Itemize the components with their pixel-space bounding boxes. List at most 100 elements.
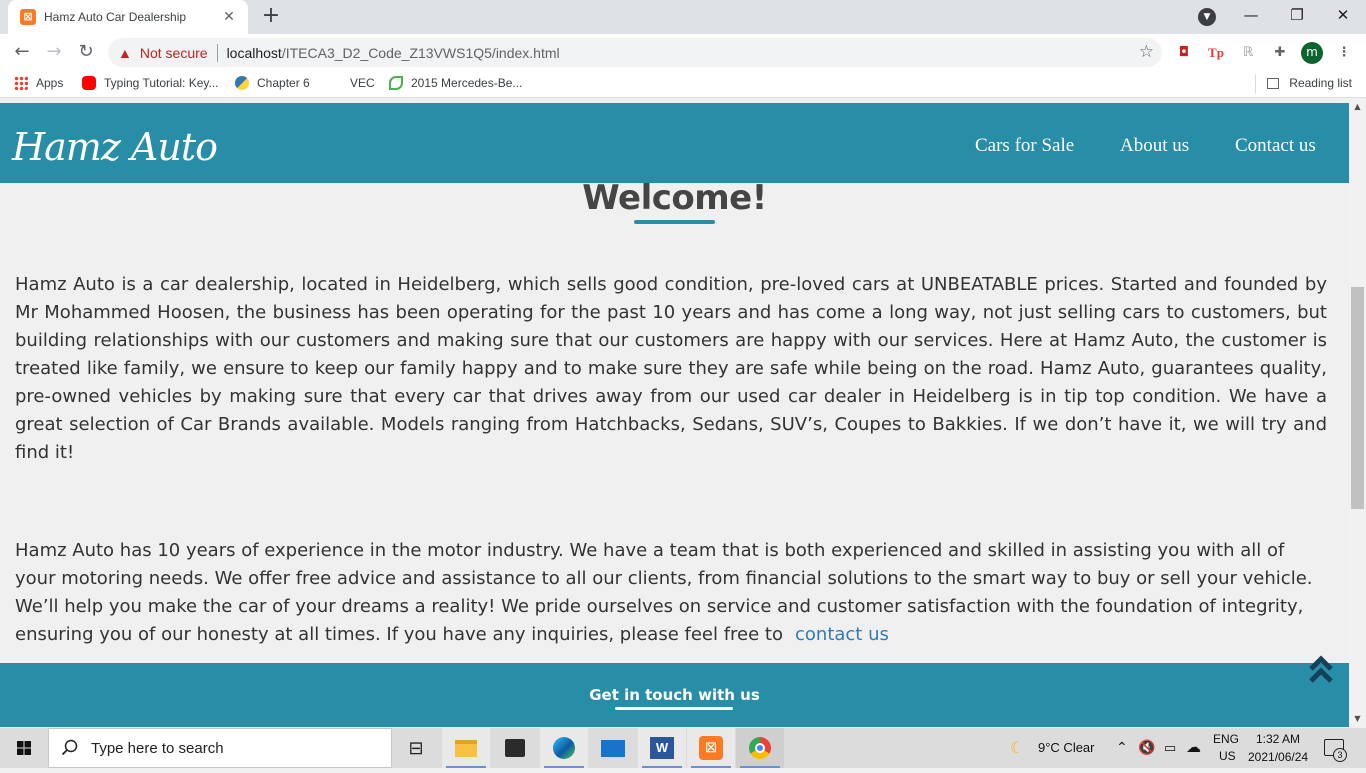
bookmarks-divider xyxy=(1255,74,1256,94)
notification-count: 3 xyxy=(1333,748,1347,762)
start-button[interactable] xyxy=(0,728,48,768)
back-to-top-icon[interactable] xyxy=(1307,653,1335,685)
page-viewport: Hamz Auto Cars for Sale About us Contact… xyxy=(0,98,1349,727)
contact-us-link[interactable]: contact us xyxy=(795,624,889,645)
welcome-heading: Welcome! xyxy=(582,178,767,218)
url-host: localhost xyxy=(226,44,282,61)
weather-text[interactable]: 9°C Clear xyxy=(1038,740,1095,755)
tab-strip: ⊠ Hamz Auto Car Dealership ✕ + ▼ — ❐ ✕ xyxy=(0,0,1366,34)
word-icon: W xyxy=(650,737,674,759)
address-bar[interactable]: ▲ Not secure localhost/ITECA3_D2_Code_Z1… xyxy=(108,38,1162,67)
scrollbar-thumb[interactable] xyxy=(1351,287,1364,509)
bookmark-mercedes[interactable]: 2015 Mercedes-Be... xyxy=(389,76,522,90)
tab-title: Hamz Auto Car Dealership xyxy=(44,10,187,24)
menu-kebab-icon[interactable]: ⋮ xyxy=(1333,42,1355,64)
site-logo[interactable]: Hamz Auto xyxy=(12,125,218,169)
back-arrow-icon[interactable]: ← xyxy=(8,38,36,66)
reload-icon[interactable]: ↻ xyxy=(72,38,100,66)
footer-underline xyxy=(615,707,733,710)
xampp-favicon-icon: ⊠ xyxy=(20,9,36,25)
bookmark-apps[interactable]: Apps xyxy=(14,76,63,90)
new-tab-button[interactable]: + xyxy=(258,4,284,30)
close-window-button[interactable]: ✕ xyxy=(1320,0,1366,32)
site-footer: Get in touch with us xyxy=(0,663,1349,727)
site-header: Hamz Auto Cars for Sale About us Contact… xyxy=(0,103,1349,183)
taskbar-xampp[interactable]: ⊠ xyxy=(687,728,735,768)
bookmark-label: VEC xyxy=(350,76,375,90)
nav-about-us[interactable]: About us xyxy=(1120,135,1189,157)
speaker-muted-icon[interactable]: 🔇 xyxy=(1138,739,1155,756)
bookmark-star-icon[interactable]: ☆ xyxy=(1139,42,1154,62)
bookmark-label: Chapter 6 xyxy=(257,76,310,90)
omnibox-divider xyxy=(216,43,218,62)
heading-underline xyxy=(634,220,715,224)
footer-title: Get in touch with us xyxy=(589,686,760,704)
forward-arrow-icon[interactable]: → xyxy=(40,38,68,66)
tab-search-icon[interactable]: ▼ xyxy=(1198,8,1216,26)
profile-avatar[interactable]: m xyxy=(1301,42,1323,64)
weather-moon-icon[interactable]: ☾ xyxy=(1010,738,1024,758)
page-scrollbar[interactable]: ▲ ▼ xyxy=(1349,98,1366,727)
language-bottom[interactable]: US xyxy=(1219,749,1236,763)
bookmark-typing-tutorial[interactable]: Typing Tutorial: Key... xyxy=(82,76,219,90)
bookmark-label: 2015 Mercedes-Be... xyxy=(411,76,523,90)
bookmark-label: Apps xyxy=(36,76,64,90)
taskbar-file-explorer[interactable] xyxy=(442,728,490,768)
blank-icon xyxy=(328,76,342,90)
reader-extension-icon[interactable]: ℝ xyxy=(1237,42,1259,64)
reading-list-button[interactable]: Reading list xyxy=(1267,76,1352,90)
clock-time[interactable]: 1:32 AM xyxy=(1256,732,1300,746)
pocket-extension-icon[interactable]: ◘ xyxy=(1173,42,1195,64)
clock-date[interactable]: 2021/06/24 xyxy=(1248,750,1308,764)
search-icon xyxy=(61,739,78,756)
browser-tab[interactable]: ⊠ Hamz Auto Car Dealership ✕ xyxy=(8,0,248,34)
url-path: /ITECA3_D2_Code_Z13VWS1Q5/index.html xyxy=(281,44,560,61)
battery-icon[interactable]: ▭ xyxy=(1164,740,1176,756)
tp-extension-icon[interactable]: Tp xyxy=(1205,42,1227,64)
bookmark-chapter-6[interactable]: Chapter 6 xyxy=(235,76,310,90)
extensions-puzzle-icon[interactable]: ✚ xyxy=(1269,42,1291,64)
reading-list-label: Reading list xyxy=(1289,76,1352,90)
taskbar-mail[interactable] xyxy=(589,728,637,768)
apps-grid-icon xyxy=(14,76,28,90)
task-view-icon: ⊟ xyxy=(408,737,424,758)
youtube-icon xyxy=(82,76,96,90)
scroll-up-arrow-icon[interactable]: ▲ xyxy=(1349,98,1366,115)
python-icon xyxy=(235,76,249,90)
experience-paragraph: Hamz Auto has 10 years of experience in … xyxy=(15,537,1327,649)
taskbar-search[interactable]: Type here to search xyxy=(48,728,392,768)
taskbar-store[interactable] xyxy=(491,728,539,768)
bookmark-vec[interactable]: VEC xyxy=(328,76,375,90)
warning-icon: ▲ xyxy=(118,44,132,61)
folder-icon xyxy=(455,739,477,757)
mail-icon xyxy=(601,739,625,757)
close-tab-icon[interactable]: ✕ xyxy=(220,9,238,25)
nav-cars-for-sale[interactable]: Cars for Sale xyxy=(975,135,1074,157)
windows-logo-icon xyxy=(17,741,31,755)
taskbar-edge[interactable] xyxy=(540,728,588,768)
nav-contact-us[interactable]: Contact us xyxy=(1235,135,1316,157)
leaf-icon xyxy=(389,76,403,90)
minimize-button[interactable]: — xyxy=(1228,0,1274,32)
language-top[interactable]: ENG xyxy=(1213,732,1239,746)
bookmarks-bar: Apps Typing Tutorial: Key... Chapter 6 V… xyxy=(0,71,1366,97)
not-secure-label[interactable]: Not secure xyxy=(140,45,208,61)
scroll-down-arrow-icon[interactable]: ▼ xyxy=(1349,710,1366,727)
taskbar-word[interactable]: W xyxy=(638,728,686,768)
experience-text: Hamz Auto has 10 years of experience in … xyxy=(15,540,1313,645)
reading-list-icon xyxy=(1267,77,1280,89)
xampp-icon: ⊠ xyxy=(699,736,723,760)
task-view-button[interactable]: ⊟ xyxy=(392,728,440,768)
edge-icon xyxy=(553,737,575,759)
windows-taskbar: Type here to search ⊟ W ⊠ ☾ 9°C Clear ⌃ … xyxy=(0,728,1366,768)
network-cloud-icon[interactable]: ☁ xyxy=(1186,738,1201,756)
bookmark-label: Typing Tutorial: Key... xyxy=(104,76,219,90)
store-bag-icon xyxy=(505,739,525,757)
maximize-button[interactable]: ❐ xyxy=(1274,0,1320,32)
browser-toolbar: ← → ↻ ▲ Not secure localhost/ITECA3_D2_C… xyxy=(0,34,1366,71)
tray-chevron-up-icon[interactable]: ⌃ xyxy=(1116,739,1128,756)
search-placeholder: Type here to search xyxy=(91,739,224,757)
about-paragraph: Hamz Auto is a car dealership, located i… xyxy=(15,274,1327,463)
taskbar-chrome[interactable] xyxy=(736,728,784,768)
url-text[interactable]: localhost/ITECA3_D2_Code_Z13VWS1Q5/index… xyxy=(227,45,560,61)
